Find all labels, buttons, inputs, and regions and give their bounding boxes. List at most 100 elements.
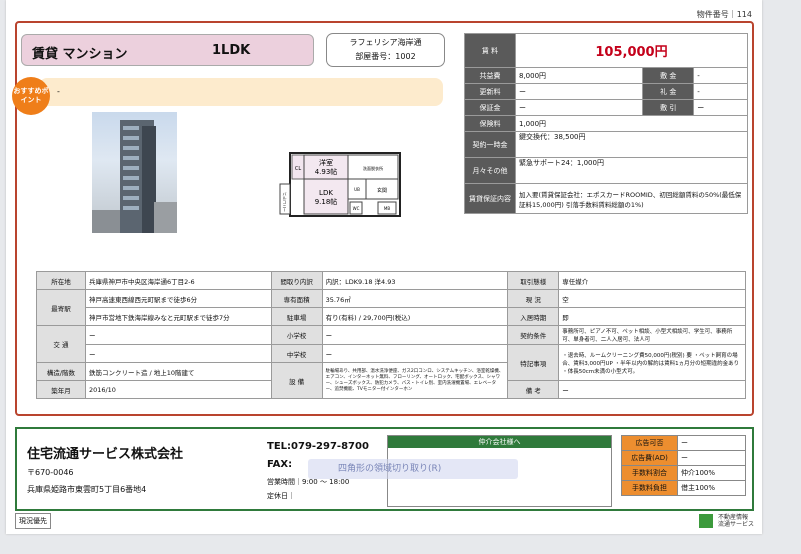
hoken-value: 1,000円 [515, 115, 748, 132]
built-value: 2016/10 [84, 380, 272, 399]
plan-ub: UB [354, 187, 360, 192]
nyukyo-label: 入居時期 [507, 307, 560, 326]
shikibiki-label: 敷 引 [642, 99, 695, 116]
kyoeki-label: 共益費 [464, 67, 516, 84]
reikin-label: 礼 金 [642, 83, 695, 100]
building-box: ラフェリシア海岸通 部屋番号：1002 [326, 33, 445, 67]
location-value: 兵庫県神戸市中央区海岸通6丁目2-6 [84, 271, 272, 290]
screenshot-tool-overlay[interactable]: 四角形の領域切り取り(R) [308, 459, 518, 479]
ad-label: 広告可否 [621, 435, 678, 451]
ichiji-label: 契約一時金 [464, 131, 516, 158]
hosho-value: ー [514, 99, 644, 116]
shikibiki-value: ー [693, 99, 748, 116]
info-table: 所在地 兵庫県神戸市中央区海岸通6丁目2-6 間取り内訳 内訳：LDK9.18 … [36, 271, 746, 399]
building-name: ラフェリシア海岸通 [349, 38, 422, 47]
property-panel: 賃貸 マンション 1LDK ラフェリシア海岸通 部屋番号：1002 - おすすめ… [12, 21, 754, 416]
parking-label: 駐車場 [270, 307, 323, 326]
station-2: 神戸市営地下鉄海岸線みなと元町駅まで徒歩7分 [84, 307, 272, 326]
fee-value: 仲介100% [677, 465, 746, 481]
stamp-line1: 不動産情報 [717, 514, 748, 521]
association-stamp: 不動産情報 流通サービス [699, 514, 754, 528]
hoshokaisha-label: 賃貸保証内容 [464, 183, 516, 214]
stamp-logo-icon [699, 514, 714, 528]
torihiki-value: 専任媒介 [558, 271, 746, 290]
structure-label: 構造/階数 [36, 362, 86, 381]
shikikin-value: - [693, 67, 748, 84]
torihiki-label: 取引態様 [507, 271, 560, 290]
doc-number: 物件番号｜114 [696, 10, 752, 19]
kotsu-2: ー [84, 344, 272, 363]
nyukyo-value: 即 [558, 307, 746, 326]
company-tel: TEL:079-297-8700 [267, 441, 369, 452]
hosho-label: 保証金 [464, 99, 516, 116]
adfee-label: 広告費(AD) [621, 450, 678, 466]
area-value: 35.76㎡ [321, 289, 509, 308]
adfee-value: ー [677, 450, 746, 466]
property-type: 賃貸 マンション [32, 47, 128, 62]
genkyo-value: 空 [558, 289, 746, 308]
agent-box: 仲介会社様へ 四角形の領域切り取り(R) [308, 435, 612, 507]
room-number: 部屋番号：1002 [355, 52, 416, 61]
ichiji-value: 鍵交換代：38,500円 [515, 131, 748, 158]
setsubi-value: 駐輪場あり、共用部、温水洗浄便座、ガス2口コンロ、システムキッチン、浴室乾燥機、… [321, 362, 509, 399]
tokki-value: ・退去時、ルームクリーニング費50,000円(税別) 要 ・ペット飼育の場合、賃… [558, 344, 746, 381]
osusume-text: - [57, 87, 60, 96]
plan-western-size: 4.93帖 [315, 167, 338, 176]
rent-value: 105,000円 [515, 33, 748, 68]
area-label: 専有面積 [270, 289, 323, 308]
plan-ldk-size: 9.18帖 [315, 197, 338, 206]
built-label: 築年月 [36, 380, 86, 399]
plan-washroom: 洗面脱衣所 [363, 165, 383, 171]
reikin-value: - [693, 83, 748, 100]
plan-mb: MB [384, 206, 390, 211]
tsukiji-value: 緊急サポート24：1,000円 [515, 157, 748, 184]
company-postal: 〒670-0046 [27, 468, 74, 477]
jhs-label: 中学校 [270, 344, 323, 363]
floor-plan: 洋室 4.93帖 LDK 9.18帖 CL バルコニー 洗面脱衣所 玄関 MB … [278, 150, 402, 220]
tokki-label: 特記事項 [507, 344, 560, 381]
genkyo-label: 現 況 [507, 289, 560, 308]
kotsu-1: ー [84, 325, 272, 345]
ad-value: ー [677, 435, 746, 451]
price-table: 賃 料 105,000円 共益費 8,000円敷 金- 更新料ー礼 金- 保証金ー敷… [464, 33, 748, 214]
fee-label: 手数料割合 [621, 465, 678, 481]
building-illustration [92, 120, 177, 233]
joken-label: 契約条件 [507, 325, 560, 345]
plan-ldk-label: LDK [319, 189, 333, 197]
overlay-text: 四角形の領域切り取り(R) [338, 464, 442, 474]
stamp-line2: 流通サービス [717, 521, 754, 528]
koshin-label: 更新料 [464, 83, 516, 100]
building-photo [92, 112, 177, 233]
company-fax: FAX: [267, 459, 293, 470]
floor-plan-drawing: 洋室 4.93帖 LDK 9.18帖 CL バルコニー 洗面脱衣所 玄関 MB … [279, 152, 401, 217]
structure-value: 鉄筋コンクリート造 / 地上10階建て [84, 362, 272, 381]
flyer-sheet: 物件番号｜114 賃貸 マンション 1LDK ラフェリシア海岸通 部屋番号：10… [6, 0, 762, 534]
station-label: 最寄駅 [36, 289, 86, 326]
shikikin-label: 敷 金 [642, 67, 695, 84]
parking-value: 有り(有料) / 29,700円(税込) [321, 307, 509, 326]
hoken-label: 保険料 [464, 115, 516, 132]
company-footer: 住宅流通サービス株式会社 〒670-0046 兵庫県姫路市東雲町5丁目6番地4 … [15, 427, 754, 511]
plan-entrance: 玄関 [377, 187, 387, 194]
plan-cl: CL [295, 166, 301, 172]
elem-label: 小学校 [270, 325, 323, 345]
kyoeki-value: 8,000円 [514, 67, 644, 84]
ad-table: 広告可否ー 広告費(AD) ー 手数料割合 仲介100% 手数料負担 借主100% [621, 435, 746, 496]
biko-value: ー [558, 380, 746, 399]
tsukiji-label: 月々その他 [464, 157, 516, 184]
company-name: 住宅流通サービス株式会社 [27, 447, 184, 462]
rent-label: 賃 料 [464, 33, 516, 68]
company-address: 兵庫県姫路市東雲町5丁目6番地4 [27, 485, 147, 494]
property-title: 賃貸 マンション 1LDK [21, 34, 314, 66]
elem-value: ー [321, 325, 509, 345]
kotsu-label: 交 通 [36, 325, 86, 363]
madori-value: 内訳：LDK9.18 洋4.93 [321, 271, 509, 290]
plan-wc: WC [353, 206, 360, 211]
location-label: 所在地 [36, 271, 86, 290]
madori-label: 間取り内訳 [270, 271, 323, 290]
jhs-value: ー [321, 344, 509, 363]
genkyo-priority-button[interactable]: 現況優先 [15, 513, 51, 529]
setsubi-label: 設 備 [270, 362, 323, 399]
agent-header: 仲介会社様へ [388, 436, 611, 448]
koshin-value: ー [514, 83, 644, 100]
